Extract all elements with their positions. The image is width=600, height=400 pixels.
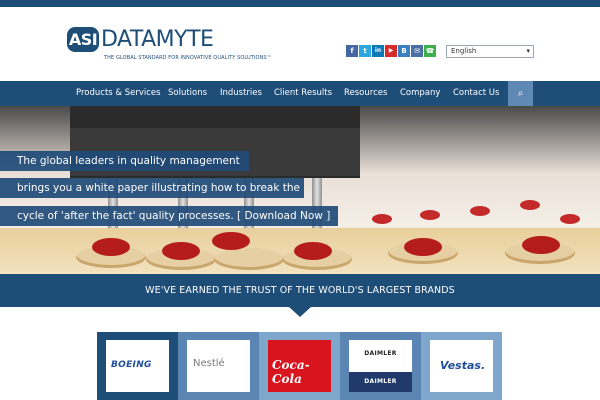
twitter-icon[interactable]: t: [359, 45, 371, 57]
social-links: f t in ▶ B ✉ ☎: [346, 45, 436, 57]
hero-jam: [520, 200, 540, 210]
nav-item-industries[interactable]: Industries: [220, 81, 262, 106]
brand-name: DAIMLER: [364, 350, 397, 357]
daimler-logo: DAIMLER DAIMLER: [349, 340, 412, 392]
brand-cell-daimler: DAIMLER DAIMLER: [340, 332, 421, 400]
hero-jam: [420, 210, 440, 220]
brand-name: Vestas.: [440, 359, 486, 372]
hero-jam: [560, 214, 580, 224]
linkedin-icon[interactable]: in: [372, 45, 384, 57]
nav-item-client-results[interactable]: Client Results: [274, 81, 332, 106]
logo-badge: ASI: [67, 27, 99, 52]
main-nav: Products & Services Solutions Industries…: [0, 81, 600, 106]
hero-banner[interactable]: The global leaders in quality management…: [0, 106, 600, 274]
nav-item-contact-us[interactable]: Contact Us: [453, 81, 499, 106]
site-header: ASI DATAMYTE THE GLOBAL STANDARD FOR INN…: [0, 7, 600, 81]
email-icon[interactable]: ✉: [411, 45, 423, 57]
phone-icon[interactable]: ☎: [424, 45, 436, 57]
logo-wordmark: DATAMYTE: [101, 27, 214, 52]
brand-name-secondary: DAIMLER: [349, 372, 412, 392]
hero-headline-line-2: brings you a white paper illustrating ho…: [0, 178, 304, 198]
nav-item-solutions[interactable]: Solutions: [168, 81, 207, 106]
search-icon[interactable]: ⌕: [508, 81, 533, 106]
top-accent-bar: [0, 0, 600, 7]
hero-download-link[interactable]: cycle of 'after the fact' quality proces…: [0, 206, 338, 226]
nav-item-products-services[interactable]: Products & Services: [76, 81, 161, 106]
nav-item-resources[interactable]: Resources: [344, 81, 387, 106]
hero-jam: [162, 242, 200, 260]
brand-cell-coca-cola: Coca-Cola: [259, 332, 340, 400]
facebook-icon[interactable]: f: [346, 45, 358, 57]
blog-icon[interactable]: B: [398, 45, 410, 57]
language-select[interactable]: English ▾: [446, 45, 534, 58]
hero-jam: [212, 232, 250, 250]
language-selected: English: [451, 47, 477, 55]
hero-jam: [372, 214, 392, 224]
hero-jam: [92, 238, 130, 256]
brand-name: Coca-Cola: [272, 358, 310, 386]
vestas-logo: Vestas.: [430, 340, 493, 392]
hero-headline-line-1: The global leaders in quality management: [0, 151, 249, 171]
hero-jam: [404, 238, 442, 256]
brand-cell-boeing: BOEING: [97, 332, 178, 400]
asi-datamyte-logo[interactable]: ASI DATAMYTE THE GLOBAL STANDARD FOR INN…: [67, 27, 272, 71]
brand-name: Nestlé: [193, 358, 225, 369]
nestle-logo: Nestlé: [187, 340, 250, 392]
trust-heading: WE'VE EARNED THE TRUST OF THE WORLD'S LA…: [0, 274, 600, 307]
chevron-down-icon: ▾: [526, 47, 530, 55]
nav-item-company[interactable]: Company: [400, 81, 440, 106]
hero-jam: [294, 242, 332, 260]
brand-cell-nestle: Nestlé: [178, 332, 259, 400]
hero-jam: [522, 236, 560, 254]
brand-name: BOEING: [111, 360, 152, 370]
hero-jam: [470, 206, 490, 216]
boeing-logo: BOEING: [106, 340, 169, 392]
brand-cell-vestas: Vestas.: [421, 332, 502, 400]
hero-cookie: [214, 248, 284, 270]
brand-logos: BOEING Nestlé Coca-Cola DAIMLER DAIMLER …: [97, 332, 503, 400]
logo-tagline: THE GLOBAL STANDARD FOR INNOVATIVE QUALI…: [104, 55, 272, 61]
trust-arrow-pointer: [289, 307, 311, 317]
youtube-icon[interactable]: ▶: [385, 45, 397, 57]
coca-cola-logo: Coca-Cola: [268, 340, 331, 392]
